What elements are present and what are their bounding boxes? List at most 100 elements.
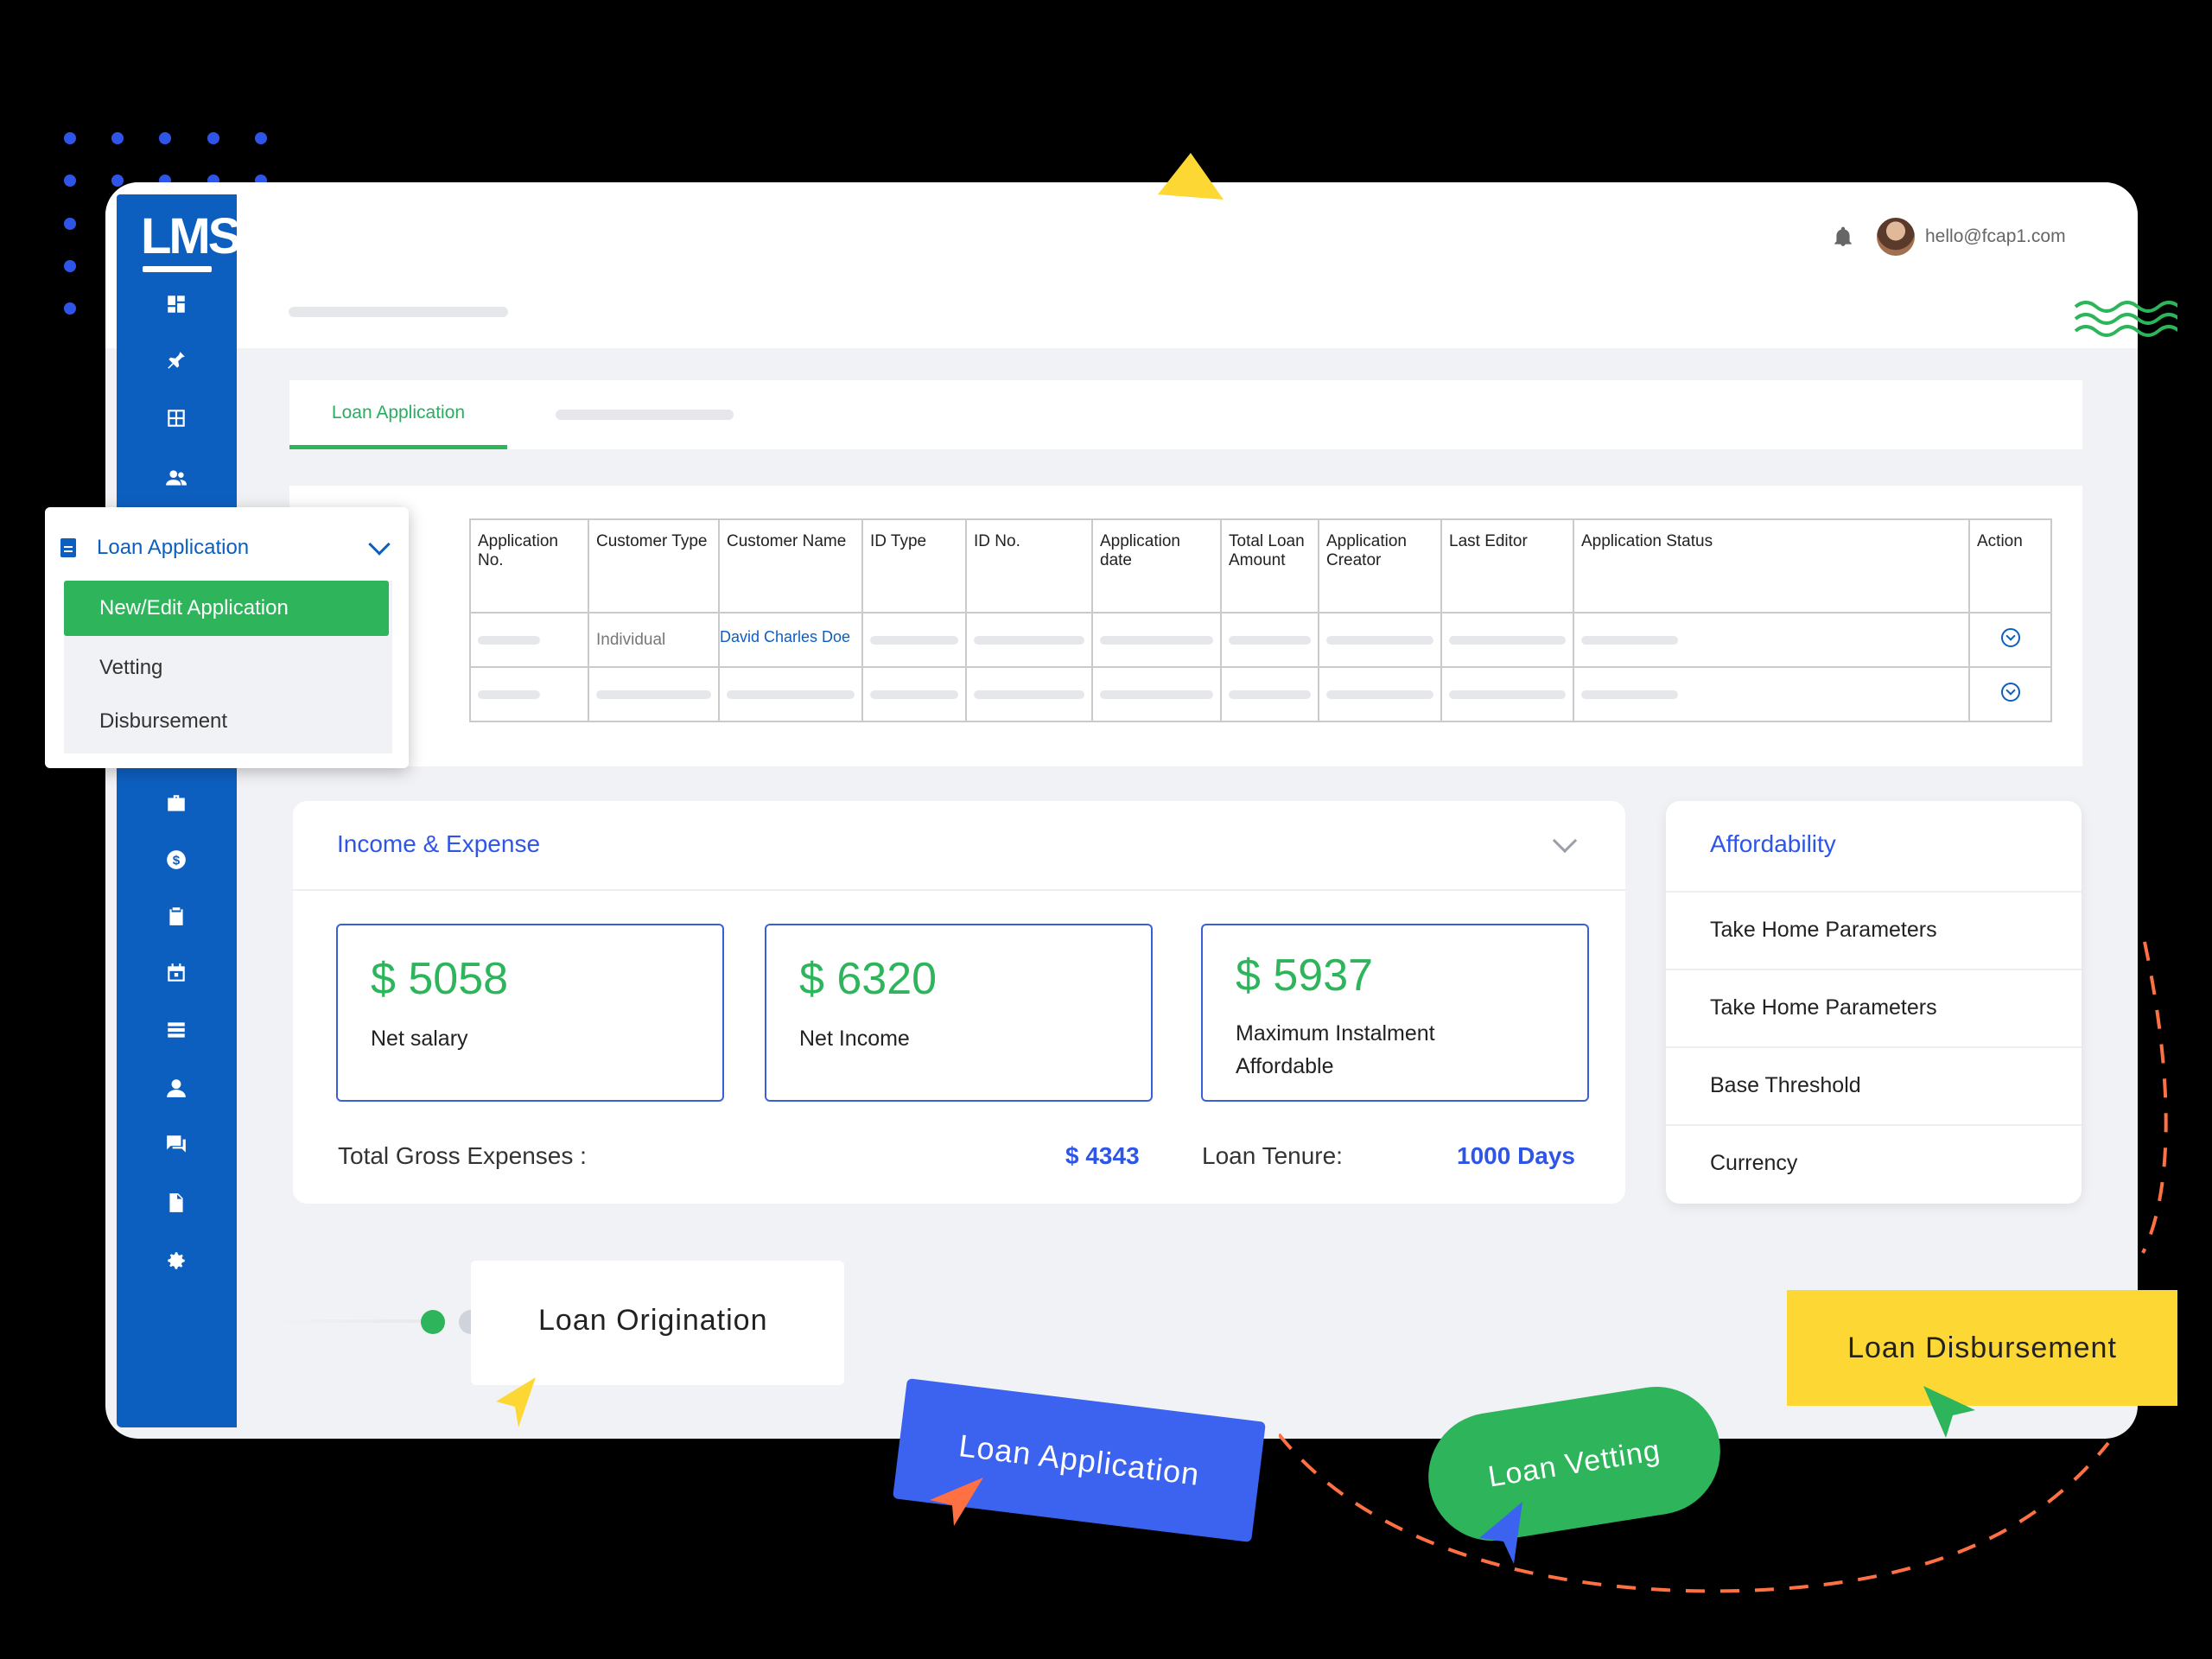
- table-cell: [1968, 612, 2052, 668]
- pill-label: Loan Disbursement: [1847, 1331, 2117, 1364]
- column-header[interactable]: Application date: [1091, 518, 1222, 613]
- loan-origination-card: Loan Origination: [471, 1261, 844, 1385]
- table-cell: [1318, 666, 1442, 722]
- loan-application-menu: Loan Application New/Edit Application Ve…: [45, 507, 409, 768]
- calendar-icon[interactable]: [163, 960, 189, 986]
- table-cell: Individual: [588, 612, 720, 668]
- table-cell: [861, 612, 967, 668]
- file-icon[interactable]: [163, 1190, 189, 1216]
- column-header[interactable]: Application Creator: [1318, 518, 1442, 613]
- cursor-icon: [1923, 1386, 1975, 1438]
- affordability-item-label: Currency: [1710, 1150, 1798, 1175]
- loan-tenure-value: 1000 Days: [1457, 1142, 1576, 1169]
- tab-placeholder[interactable]: [556, 410, 734, 420]
- card-caption: Net salary: [371, 1027, 468, 1051]
- total-gross-label: Total Gross Expenses :: [338, 1142, 587, 1169]
- list-icon[interactable]: [163, 1017, 189, 1043]
- column-header[interactable]: ID Type: [861, 518, 967, 613]
- income-expense-panel: Income & Expense $ 5058 Net salary $ 632…: [293, 801, 1625, 1204]
- tab-loan-application[interactable]: Loan Application: [289, 380, 507, 449]
- total-gross-value: $ 4343: [1065, 1142, 1140, 1169]
- applications-table: Application No. Customer Type Customer N…: [469, 518, 2052, 722]
- menu-item-label: New/Edit Application: [99, 596, 289, 620]
- row-action-icon[interactable]: [2000, 682, 2020, 702]
- column-header[interactable]: Customer Type: [588, 518, 720, 613]
- dollar-icon[interactable]: $: [163, 847, 189, 873]
- menu-title: Loan Application: [97, 536, 250, 559]
- table-cell: [965, 666, 1093, 722]
- affordability-item-label: Take Home Parameters: [1710, 917, 1937, 942]
- chevron-down-icon[interactable]: [368, 533, 391, 556]
- dashboard-icon[interactable]: [163, 291, 189, 317]
- affordability-item[interactable]: Take Home Parameters: [1666, 891, 2082, 967]
- clipboard-icon[interactable]: [163, 903, 189, 929]
- table-header-row: Application No. Customer Type Customer N…: [469, 518, 2052, 613]
- income-expense-header[interactable]: Income & Expense: [293, 801, 1625, 891]
- customer-name-link[interactable]: David Charles Doe: [720, 628, 850, 645]
- table-cell: [588, 666, 720, 722]
- card-amount: $ 5937: [1236, 950, 1374, 1001]
- column-header[interactable]: Customer Name: [718, 518, 863, 613]
- menu-item-new-edit-application[interactable]: New/Edit Application: [64, 581, 389, 636]
- card-caption: Maximum Instalment Affordable: [1236, 1021, 1435, 1078]
- loan-tenure-label: Loan Tenure:: [1202, 1142, 1343, 1169]
- affordability-item[interactable]: Take Home Parameters: [1666, 969, 2082, 1045]
- row-action-icon[interactable]: [2000, 627, 2020, 647]
- table-row[interactable]: [469, 666, 2052, 722]
- pin-icon[interactable]: [163, 347, 189, 373]
- column-header[interactable]: Application Status: [1573, 518, 1970, 613]
- column-header[interactable]: Total Loan Amount: [1220, 518, 1319, 613]
- table-cell: [1440, 612, 1574, 668]
- affordability-item[interactable]: Currency: [1666, 1124, 2082, 1200]
- menu-item-vetting[interactable]: Vetting: [64, 641, 392, 695]
- cursor-icon: [496, 1377, 536, 1427]
- user-email[interactable]: hello@fcap1.com: [1925, 226, 2066, 247]
- table-cell: [469, 612, 589, 668]
- affordability-item-label: Take Home Parameters: [1710, 995, 1937, 1020]
- table-cell: [718, 666, 863, 722]
- card-amount: $ 6320: [799, 954, 938, 1004]
- lms-logo[interactable]: LMS: [141, 212, 241, 272]
- pill-label: Loan Application: [957, 1427, 1202, 1492]
- loan-origination-label: Loan Origination: [538, 1304, 768, 1337]
- avatar[interactable]: [1877, 218, 1915, 256]
- applications-panel: Application No. Customer Type Customer N…: [289, 486, 2082, 766]
- net-salary-card: $ 5058 Net salary: [336, 924, 724, 1102]
- breadcrumb-placeholder: [289, 307, 508, 317]
- loan-disbursement-pill: Loan Disbursement: [1787, 1290, 2177, 1406]
- cursor-icon: [930, 1478, 983, 1526]
- table-cell: [1968, 666, 2052, 722]
- person-icon[interactable]: [163, 1075, 189, 1101]
- column-header[interactable]: Application No.: [469, 518, 589, 613]
- user-area: hello@fcap1.com: [1832, 218, 2066, 256]
- cursor-icon: [1479, 1502, 1522, 1564]
- table-cell: [1440, 666, 1574, 722]
- table-cell: [1318, 612, 1442, 668]
- settings-icon[interactable]: [163, 1248, 189, 1274]
- affordability-panel: Affordability Take Home Parameters Take …: [1666, 801, 2082, 1204]
- table-cell: [965, 612, 1093, 668]
- menu-item-label: Vetting: [99, 656, 163, 679]
- customer-type: Individual: [596, 630, 666, 649]
- briefcase-icon[interactable]: [163, 791, 189, 817]
- chat-icon[interactable]: [163, 1131, 189, 1157]
- card-caption: Net Income: [799, 1027, 910, 1051]
- grid-icon[interactable]: [163, 405, 189, 431]
- table-cell: [1091, 612, 1222, 668]
- column-header[interactable]: Last Editor: [1440, 518, 1574, 613]
- table-cell: [1220, 612, 1319, 668]
- column-header[interactable]: ID No.: [965, 518, 1093, 613]
- wave-decoration: [2074, 301, 2177, 337]
- menu-header[interactable]: Loan Application: [60, 533, 397, 563]
- chevron-down-icon[interactable]: [1552, 828, 1578, 854]
- sidebar: LMS $: [117, 194, 241, 1427]
- logo-text: LMS: [141, 208, 241, 264]
- bell-icon[interactable]: [1832, 226, 1854, 248]
- connector-line: [268, 1319, 432, 1323]
- table-row[interactable]: Individual David Charles Doe: [469, 612, 2052, 668]
- tab-label: Loan Application: [331, 402, 466, 423]
- triangle-decoration: [1158, 153, 1224, 200]
- affordability-item[interactable]: Base Threshold: [1666, 1046, 2082, 1122]
- users-icon[interactable]: [163, 465, 189, 491]
- menu-item-disbursement[interactable]: Disbursement: [64, 695, 392, 748]
